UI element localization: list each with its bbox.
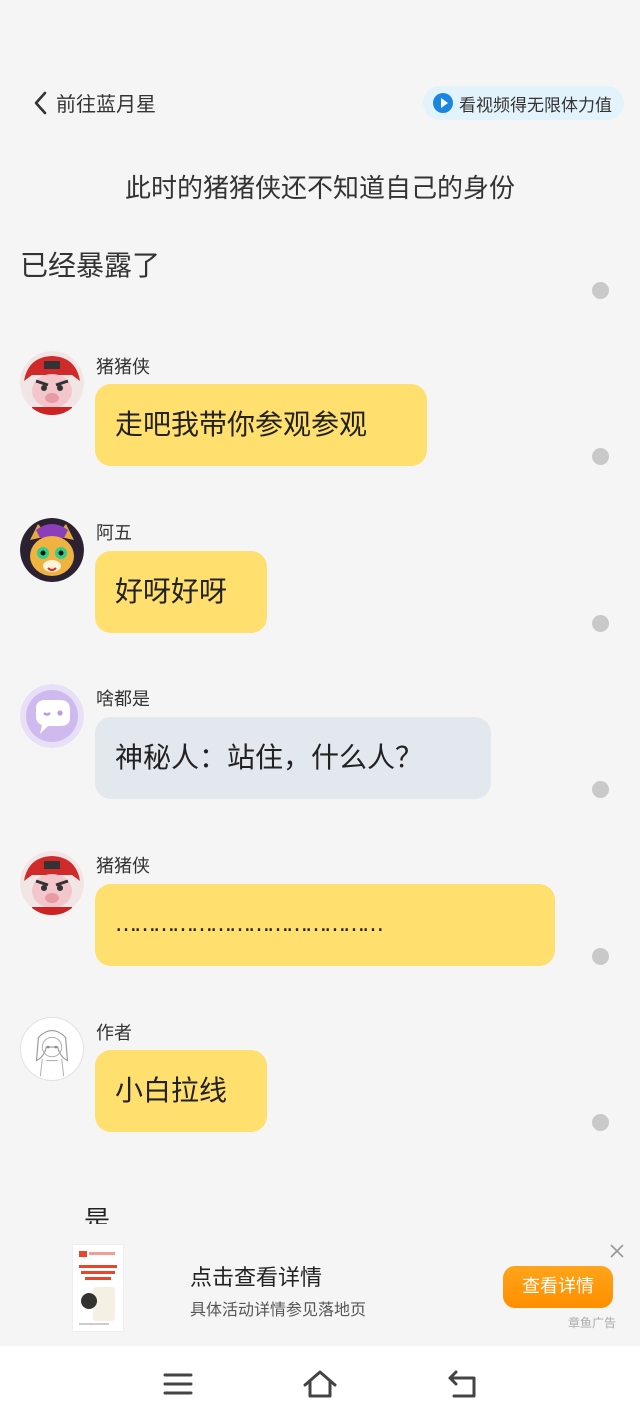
tiger-character-icon (20, 518, 84, 582)
top-bar: 前往蓝月星 看视频得无限体力值 (0, 80, 640, 126)
sender-name: 啥都是 (96, 689, 150, 710)
status-dot (592, 615, 609, 632)
message-bubble[interactable]: 小白拉线 (95, 1050, 267, 1132)
ad-thumbnail[interactable] (72, 1244, 124, 1332)
ad-title: 点击查看详情 (190, 1266, 323, 1291)
message-bubble[interactable]: 神秘人：站住，什么人？ (95, 717, 491, 799)
message-bubble[interactable]: …………………………………… (95, 884, 555, 966)
ad-banner[interactable]: 点击查看详情 具体活动详情参见落地页 查看详情 章鱼广告 (0, 1236, 640, 1346)
narration-line: 已经暴露了 (20, 249, 161, 282)
status-dot (592, 781, 609, 798)
sender-name: 猪猪侠 (96, 357, 150, 378)
close-icon[interactable] (606, 1240, 628, 1262)
sketch-girl-icon (35, 1030, 69, 1077)
pig-hero-icon (20, 351, 84, 415)
ad-source-label: 章鱼广告 (568, 1316, 617, 1330)
chat-bubble-icon (20, 684, 84, 748)
status-dot (592, 282, 609, 299)
message-bubble[interactable]: 走吧我带你参观参观 (95, 384, 427, 466)
pig-hero-avatar[interactable] (20, 851, 84, 915)
ad-poster-image (79, 1251, 117, 1325)
purple-chat-avatar[interactable] (20, 684, 84, 748)
menu-icon[interactable] (158, 1364, 198, 1404)
status-dot (592, 1114, 609, 1131)
pig-hero-avatar[interactable] (20, 351, 84, 415)
sender-name: 猪猪侠 (96, 856, 150, 877)
play-icon (433, 93, 453, 113)
watch-video-label: 看视频得无限体力值 (459, 95, 612, 116)
back-label: 前往蓝月星 (56, 92, 156, 116)
sender-name: 阿五 (96, 523, 132, 544)
message-bubble[interactable]: 好呀好呀 (95, 551, 267, 633)
sender-name: 作者 (96, 1023, 132, 1044)
ad-subtitle: 具体活动详情参见落地页 (190, 1300, 367, 1319)
narration-line: 此时的猪猪侠还不知道自己的身份 (124, 174, 515, 204)
status-dot (592, 448, 609, 465)
awu-avatar[interactable] (20, 518, 84, 582)
pig-hero-icon (20, 851, 84, 915)
system-nav-bar (0, 1346, 640, 1422)
status-dot (592, 948, 609, 965)
view-details-button[interactable]: 查看详情 (503, 1266, 613, 1308)
back-button[interactable]: 前往蓝月星 (30, 88, 156, 117)
partial-narration: 是 (84, 1206, 111, 1224)
home-icon[interactable] (300, 1364, 340, 1404)
author-sketch-avatar[interactable] (20, 1017, 84, 1081)
back-nav-icon[interactable] (442, 1364, 482, 1404)
chevron-left-icon (34, 91, 47, 114)
watch-video-button[interactable]: 看视频得无限体力值 (423, 86, 624, 120)
